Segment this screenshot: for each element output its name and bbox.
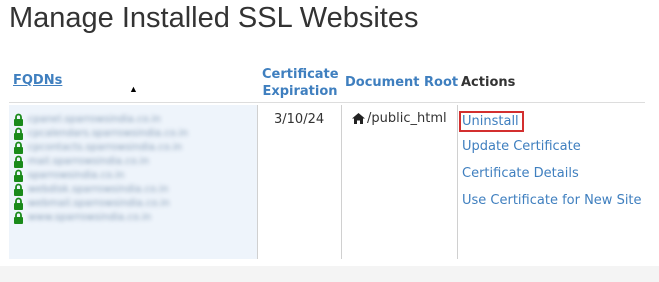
domain-name: www.sparrowsindia.co.in: [28, 211, 152, 223]
list-item: www.sparrowsindia.co.in: [13, 210, 188, 224]
document-root-value: /public_html: [351, 111, 447, 126]
actions-column-header: Actions: [461, 75, 516, 90]
list-item: sparrowsindia.co.in: [13, 168, 188, 182]
list-item: cpcalendars.sparrowsindia.co.in: [13, 126, 188, 140]
lock-icon: [14, 127, 23, 140]
certificate-expiration-value: 3/10/24: [274, 112, 325, 127]
document-root-column-header[interactable]: Document Root: [345, 74, 458, 91]
column-divider: [257, 105, 258, 259]
list-item: webdisk.sparrowsindia.co.in: [13, 182, 188, 196]
update-certificate-link[interactable]: Update Certificate: [462, 138, 642, 165]
domain-list: cpanel.sparrowsindia.co.in cpcalendars.s…: [13, 112, 188, 224]
domain-name: sparrowsindia.co.in: [28, 169, 125, 181]
header-divider: [9, 102, 645, 103]
list-item: cpanel.sparrowsindia.co.in: [13, 112, 188, 126]
domain-name: cpcontacts.sparrowsindia.co.in: [28, 141, 182, 153]
domain-name: webdisk.sparrowsindia.co.in: [28, 183, 169, 195]
lock-icon: [14, 113, 23, 126]
lock-icon: [14, 211, 23, 224]
lock-icon: [14, 141, 23, 154]
uninstall-link[interactable]: Uninstall: [459, 111, 524, 132]
lock-icon: [14, 183, 23, 196]
home-icon: [352, 113, 365, 124]
certificate-expiration-column-header[interactable]: Certificate Expiration: [262, 66, 339, 100]
actions-list: Uninstall Update Certificate Certificate…: [459, 111, 642, 219]
page-footer-strip: [0, 266, 659, 282]
domain-name: webmail.sparrowsindia.co.in: [28, 197, 170, 209]
document-root-path: /public_html: [367, 111, 447, 126]
lock-icon: [14, 155, 23, 168]
list-item: webmail.sparrowsindia.co.in: [13, 196, 188, 210]
sort-ascending-icon: ▲: [129, 84, 138, 94]
fqdns-column-header[interactable]: FQDNs: [13, 72, 62, 89]
lock-icon: [14, 169, 23, 182]
column-divider: [457, 105, 458, 259]
column-divider: [341, 105, 342, 259]
certificate-expiration-header-line1: Certificate: [262, 67, 339, 82]
certificate-details-link[interactable]: Certificate Details: [462, 165, 642, 192]
list-item: mail.sparrowsindia.co.in: [13, 154, 188, 168]
certificate-expiration-header-line2: Expiration: [262, 84, 338, 99]
domain-name: cpcalendars.sparrowsindia.co.in: [28, 127, 189, 139]
page-title: Manage Installed SSL Websites: [9, 2, 419, 34]
use-certificate-for-new-site-link[interactable]: Use Certificate for New Site: [462, 192, 642, 219]
domain-name: mail.sparrowsindia.co.in: [28, 155, 149, 167]
lock-icon: [14, 197, 23, 210]
domain-name: cpanel.sparrowsindia.co.in: [28, 113, 161, 125]
list-item: cpcontacts.sparrowsindia.co.in: [13, 140, 188, 154]
